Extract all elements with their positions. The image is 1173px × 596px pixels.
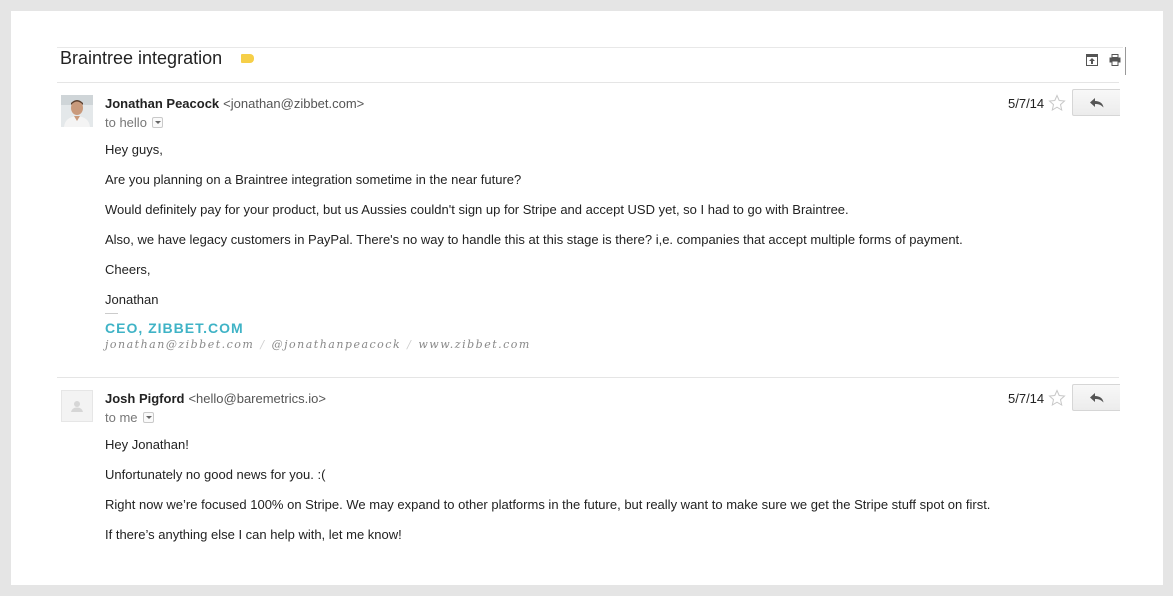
message-sender: Jonathan Peacock <jonathan@zibbet.com>	[105, 96, 364, 111]
signature-email-link[interactable]: jonathan@zibbet.com	[105, 338, 254, 351]
signature-separator: /	[407, 338, 413, 351]
signature-website-link[interactable]: www.zibbet.com	[418, 338, 530, 351]
sender-name[interactable]: Josh Pigford	[105, 391, 184, 406]
sender-name[interactable]: Jonathan Peacock	[105, 96, 219, 111]
sender-avatar-photo[interactable]	[61, 95, 93, 127]
recipient-details-dropdown-icon[interactable]	[151, 117, 163, 128]
thread-subject: Braintree integration	[60, 48, 223, 68]
default-person-icon	[71, 401, 83, 412]
signature-title: CEO, ZIBBET.COM	[105, 320, 244, 336]
message-body-line: Right now we’re focused 100% on Stripe. …	[105, 497, 991, 512]
reply-arrow-icon	[1089, 97, 1103, 107]
email-thread-view: Braintree integration Jonathan Peacock <j…	[11, 11, 1163, 585]
scroll-edge-divider	[1125, 47, 1126, 75]
sender-email: <hello@baremetrics.io>	[188, 391, 326, 406]
message-recipient: to me	[105, 410, 154, 425]
message-body-line: Would definitely pay for your product, b…	[105, 202, 849, 217]
message-body-line: Cheers,	[105, 262, 151, 277]
recipient-details-dropdown-icon[interactable]	[142, 412, 154, 423]
star-icon[interactable]	[1048, 94, 1066, 112]
message-date: 5/7/14	[1008, 96, 1045, 111]
message-body-line: Hey guys,	[105, 142, 163, 157]
signature-twitter-link[interactable]: @jonathanpeacock	[272, 338, 402, 351]
recipient-label: to hello	[105, 115, 147, 130]
message-body-line: If there’s anything else I can help with…	[105, 527, 402, 542]
star-icon[interactable]	[1048, 389, 1066, 407]
print-icon[interactable]	[1109, 54, 1121, 66]
reply-button[interactable]	[1072, 384, 1120, 411]
sender-avatar-default[interactable]	[61, 390, 93, 422]
message-date: 5/7/14	[1008, 391, 1045, 406]
message-sender: Josh Pigford <hello@baremetrics.io>	[105, 391, 326, 406]
message-body-line: Unfortunately no good news for you. :(	[105, 467, 326, 482]
signature-divider	[105, 313, 118, 314]
signature-links: jonathan@zibbet.com / @jonathanpeacock / www…	[105, 338, 531, 351]
message-body-line: Are you planning on a Braintree integrat…	[105, 172, 522, 187]
archive-icon[interactable]	[1086, 54, 1098, 66]
message-divider	[57, 377, 1119, 378]
message-body-line: Also, we have legacy customers in PayPal…	[105, 232, 963, 247]
message-divider	[57, 82, 1119, 83]
sender-email: <jonathan@zibbet.com>	[223, 96, 365, 111]
reply-arrow-icon	[1089, 392, 1103, 402]
recipient-label: to me	[105, 410, 138, 425]
signature-separator: /	[260, 338, 266, 351]
message-body-line: Hey Jonathan!	[105, 437, 189, 452]
reply-button[interactable]	[1072, 89, 1120, 116]
message-body-line: Jonathan	[105, 292, 159, 307]
label-tag-icon[interactable]	[241, 54, 254, 63]
message-recipient: to hello	[105, 115, 163, 130]
